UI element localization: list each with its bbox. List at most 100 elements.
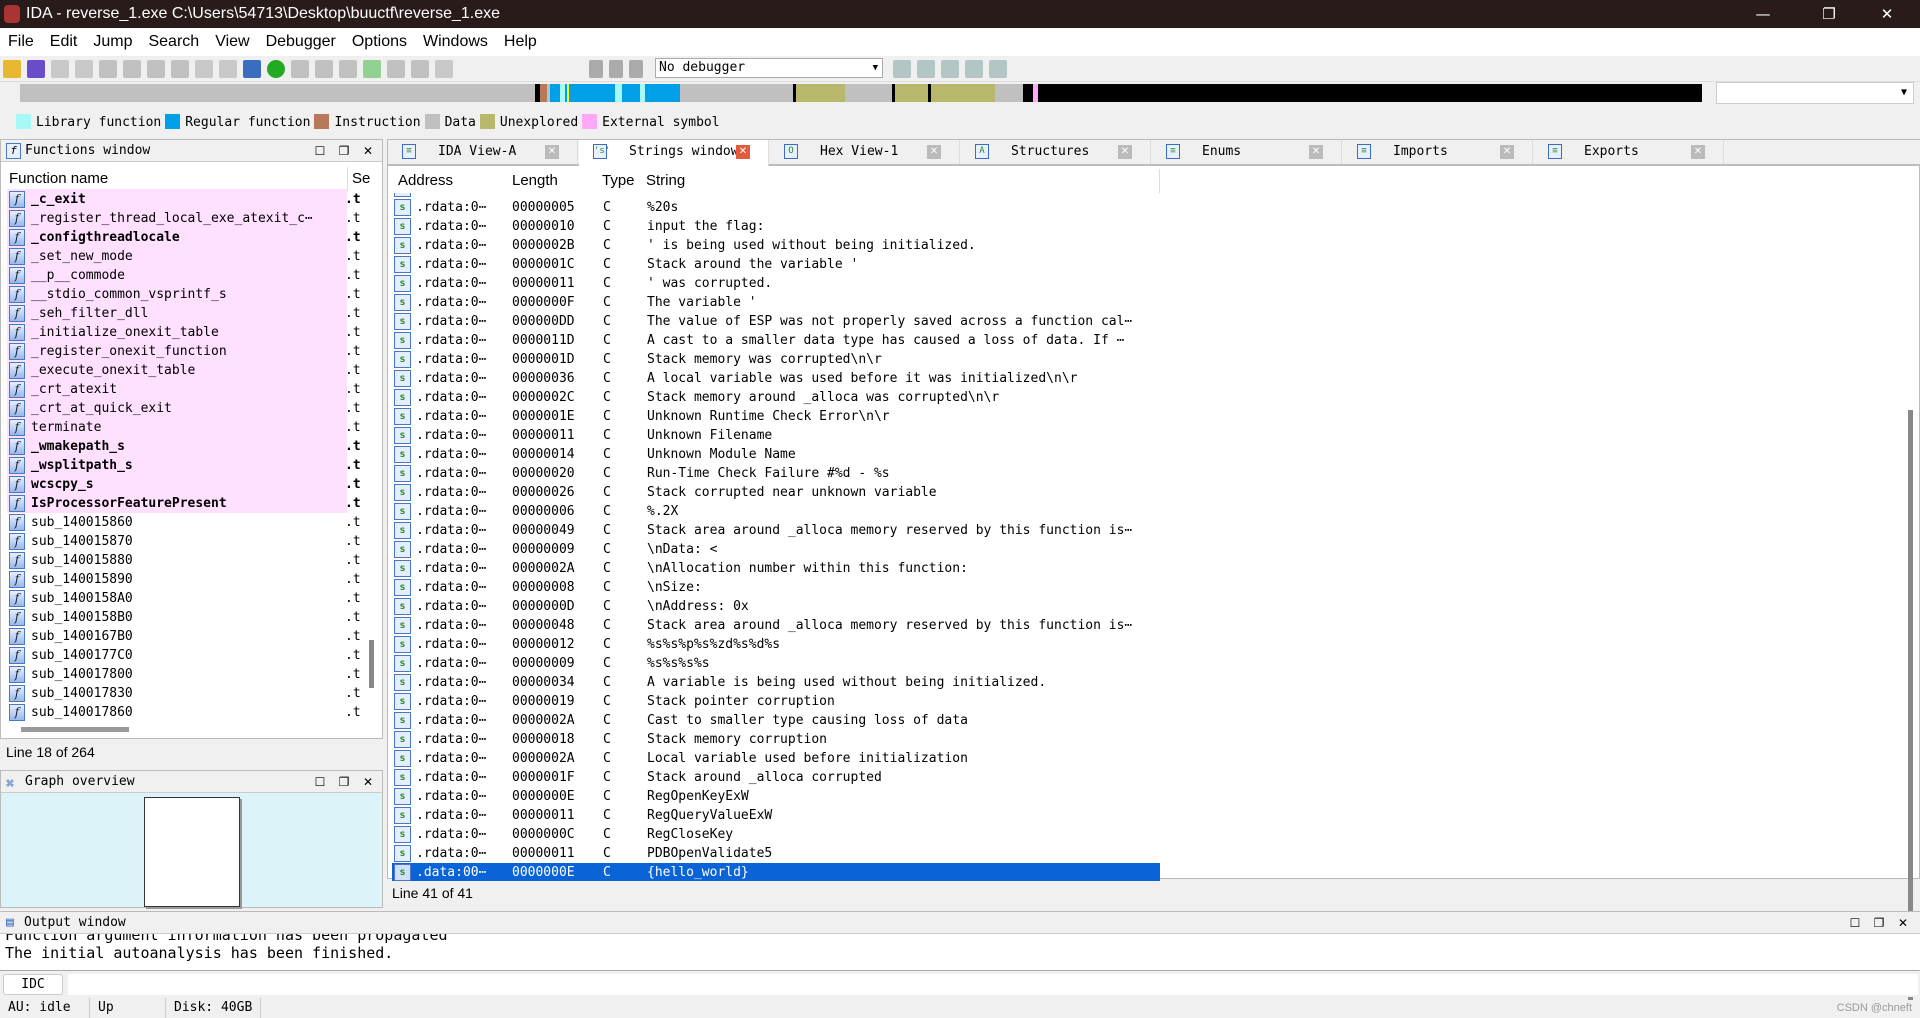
- menu-file[interactable]: File: [0, 28, 42, 56]
- string-row[interactable]: s .rdata:0⋯ 000000DD C The value of ESP was …: [392, 312, 1160, 331]
- float-button[interactable]: ❐: [333, 771, 355, 793]
- string-row[interactable]: s .rdata:0⋯ 00000011 C PDBOpenValidate5: [392, 844, 1160, 863]
- navigation-band[interactable]: [20, 84, 1702, 102]
- string-row[interactable]: s .rdata:0⋯ 00000019 C Stack pointer corrupt…: [392, 692, 1160, 711]
- close-tab-icon[interactable]: ✕: [1500, 145, 1514, 159]
- function-row[interactable]: f _configthreadlocale .t: [7, 228, 361, 247]
- string-row[interactable]: s .rdata:0⋯ 0000011D C A cast to a smaller d…: [392, 331, 1160, 350]
- functions-vertical-scrollbar[interactable]: [369, 640, 374, 688]
- close-tab-icon[interactable]: ✕: [736, 145, 750, 159]
- string-row[interactable]: s .rdata:0⋯ 00000034 C A variable is being u…: [392, 673, 1160, 692]
- tab-enums[interactable]: ≡ Enums ✕: [1152, 140, 1342, 164]
- save-icon[interactable]: [27, 60, 45, 78]
- column-function-name[interactable]: Function name: [9, 170, 108, 187]
- function-row[interactable]: f _execute_onexit_table .t: [7, 361, 361, 380]
- breakpoint-icon[interactable]: [941, 60, 959, 78]
- string-row[interactable]: s .rdata:0⋯ 0000002A C \nAllocation number w…: [392, 559, 1160, 578]
- function-row[interactable]: f _register_onexit_function .t: [7, 342, 361, 361]
- function-row[interactable]: f sub_140017860 .t: [7, 703, 361, 721]
- string-row[interactable]: s .rdata:0⋯ 00000049 C Stack area around _al…: [392, 521, 1160, 540]
- function-row[interactable]: f sub_140015890 .t: [7, 570, 361, 589]
- function-row[interactable]: f __p__commode .t: [7, 266, 361, 285]
- string-row[interactable]: s .rdata:0⋯ 0000000D C \nAddress: 0x: [392, 597, 1160, 616]
- function-row[interactable]: f _register_thread_local_exe_atexit_c⋯ .t: [7, 209, 361, 228]
- restore-button[interactable]: ❐: [1806, 0, 1852, 28]
- string-row[interactable]: s .rdata:0⋯ 00000006 C %.2X: [392, 502, 1160, 521]
- graph-viewport[interactable]: [144, 797, 240, 907]
- idc-language-button[interactable]: IDC: [3, 974, 63, 995]
- string-row[interactable]: s .rdata:0⋯ 00000009 C %s%s%s%s: [392, 654, 1160, 673]
- string-row[interactable]: s .rdata:0⋯ 00000014 C Unknown Module Name: [392, 445, 1160, 464]
- strings-vertical-scrollbar[interactable]: [1905, 170, 1917, 1000]
- minimize-button[interactable]: —: [1740, 0, 1786, 28]
- debugger-select[interactable]: No debugger ▼: [655, 58, 883, 78]
- menu-windows[interactable]: Windows: [415, 28, 496, 56]
- string-row[interactable]: s .rdata:0⋯ 00000005 C %20s: [392, 198, 1160, 217]
- close-panel-button[interactable]: ✕: [357, 771, 379, 793]
- function-row[interactable]: f terminate .t: [7, 418, 361, 437]
- function-row[interactable]: f _wmakepath_s .t: [7, 437, 361, 456]
- step-icon[interactable]: [917, 60, 935, 78]
- close-tab-icon[interactable]: ✕: [1118, 145, 1132, 159]
- close-tab-icon[interactable]: ✕: [927, 145, 941, 159]
- forward-icon[interactable]: [75, 60, 93, 78]
- string-row[interactable]: s .rdata:0⋯ 00000026 C Stack corrupted near …: [392, 483, 1160, 502]
- function-row[interactable]: f sub_140017800 .t: [7, 665, 361, 684]
- run-icon[interactable]: [267, 60, 285, 78]
- lock-icon[interactable]: [219, 60, 237, 78]
- maximize-button[interactable]: ☐: [309, 140, 331, 162]
- string-row[interactable]: s .rdata:0⋯ 00000009 C \nData: <: [392, 540, 1160, 559]
- edit-icon[interactable]: [411, 60, 429, 78]
- string-row[interactable]: s .rdata:0⋯ 0000001D C Stack memory was corr…: [392, 350, 1160, 369]
- function-row[interactable]: f _initialize_onexit_table .t: [7, 323, 361, 342]
- function-row[interactable]: f _crt_at_quick_exit .t: [7, 399, 361, 418]
- string-row[interactable]: s .rdata:0⋯ 0000002C C Stack memory around _…: [392, 388, 1160, 407]
- string-row[interactable]: s .rdata:0⋯ 0000002B C ' is being used witho…: [392, 236, 1160, 255]
- string-row[interactable]: s .rdata:0⋯ 0000001F C Stack around _alloca …: [392, 768, 1160, 787]
- string-icon[interactable]: [363, 60, 381, 78]
- string-row[interactable]: s .rdata:0⋯ 00000010 Cinput the flag:: [392, 217, 1160, 236]
- tab-strings-window[interactable]: 's' Strings window ✕: [579, 140, 769, 166]
- close-panel-button[interactable]: ✕: [1892, 912, 1914, 934]
- tab-ida-view-a[interactable]: ≡ IDA View-A ✕: [388, 140, 578, 164]
- string-row[interactable]: s .rdata:0⋯ 00000018 C Stack memory corrupti…: [392, 730, 1160, 749]
- functions-horizontal-scrollbar[interactable]: [21, 727, 129, 732]
- column-type[interactable]: Type: [602, 169, 635, 193]
- play-icon[interactable]: [589, 60, 603, 78]
- search-text-icon[interactable]: [123, 60, 141, 78]
- tab-imports[interactable]: ≡ Imports ✕: [1343, 140, 1533, 164]
- maximize-button[interactable]: ☐: [1844, 912, 1866, 934]
- close-tab-icon[interactable]: ✕: [1309, 145, 1323, 159]
- asterisk-icon[interactable]: [387, 60, 405, 78]
- tools-icon[interactable]: [989, 60, 1007, 78]
- menu-view[interactable]: View: [207, 28, 257, 56]
- column-length[interactable]: Length: [512, 169, 558, 193]
- tab-hex-view-1[interactable]: O Hex View-1 ✕: [770, 140, 960, 164]
- command-input[interactable]: [68, 974, 1918, 995]
- search-code-icon[interactable]: [99, 60, 117, 78]
- function-row[interactable]: f sub_1400158B0 .t: [7, 608, 361, 627]
- maximize-button[interactable]: ☐: [309, 771, 331, 793]
- string-row[interactable]: s .rdata:0⋯ 0000000C C RegCloseKey: [392, 825, 1160, 844]
- function-row[interactable]: f _crt_atexit .t: [7, 380, 361, 399]
- function-row[interactable]: f sub_140015860 .t: [7, 513, 361, 532]
- string-row[interactable]: s .rdata:0⋯ 00000036 C A local variable was …: [392, 369, 1160, 388]
- function-row[interactable]: f _seh_filter_dll .t: [7, 304, 361, 323]
- menu-help[interactable]: Help: [496, 28, 545, 56]
- function-row[interactable]: f IsProcessorFeaturePresent .t: [7, 494, 361, 513]
- menu-jump[interactable]: Jump: [85, 28, 140, 56]
- function-row[interactable]: f wcscpy_s .t: [7, 475, 361, 494]
- back-icon[interactable]: [51, 60, 69, 78]
- function-row[interactable]: f sub_140015870 .t: [7, 532, 361, 551]
- warning-icon[interactable]: [243, 60, 261, 78]
- string-row[interactable]: s .rdata:0⋯ 00000008 C \nSize:: [392, 578, 1160, 597]
- function-row[interactable]: f sub_140015880 .t: [7, 551, 361, 570]
- data-icon[interactable]: [315, 60, 333, 78]
- column-segment[interactable]: Se: [347, 167, 370, 191]
- string-row[interactable]: s .rdata:0⋯ 00000048 C Stack area around _al…: [392, 616, 1160, 635]
- jump-up-icon[interactable]: [195, 60, 213, 78]
- close-tab-icon[interactable]: ✕: [1691, 145, 1705, 159]
- attach-icon[interactable]: [893, 60, 911, 78]
- string-row[interactable]: s .rdata:0⋯ 00000011 C RegQueryValueExW: [392, 806, 1160, 825]
- string-row[interactable]: s .rdata:0⋯ 00000012 C %s%s%p%s%zd%s%d%s: [392, 635, 1160, 654]
